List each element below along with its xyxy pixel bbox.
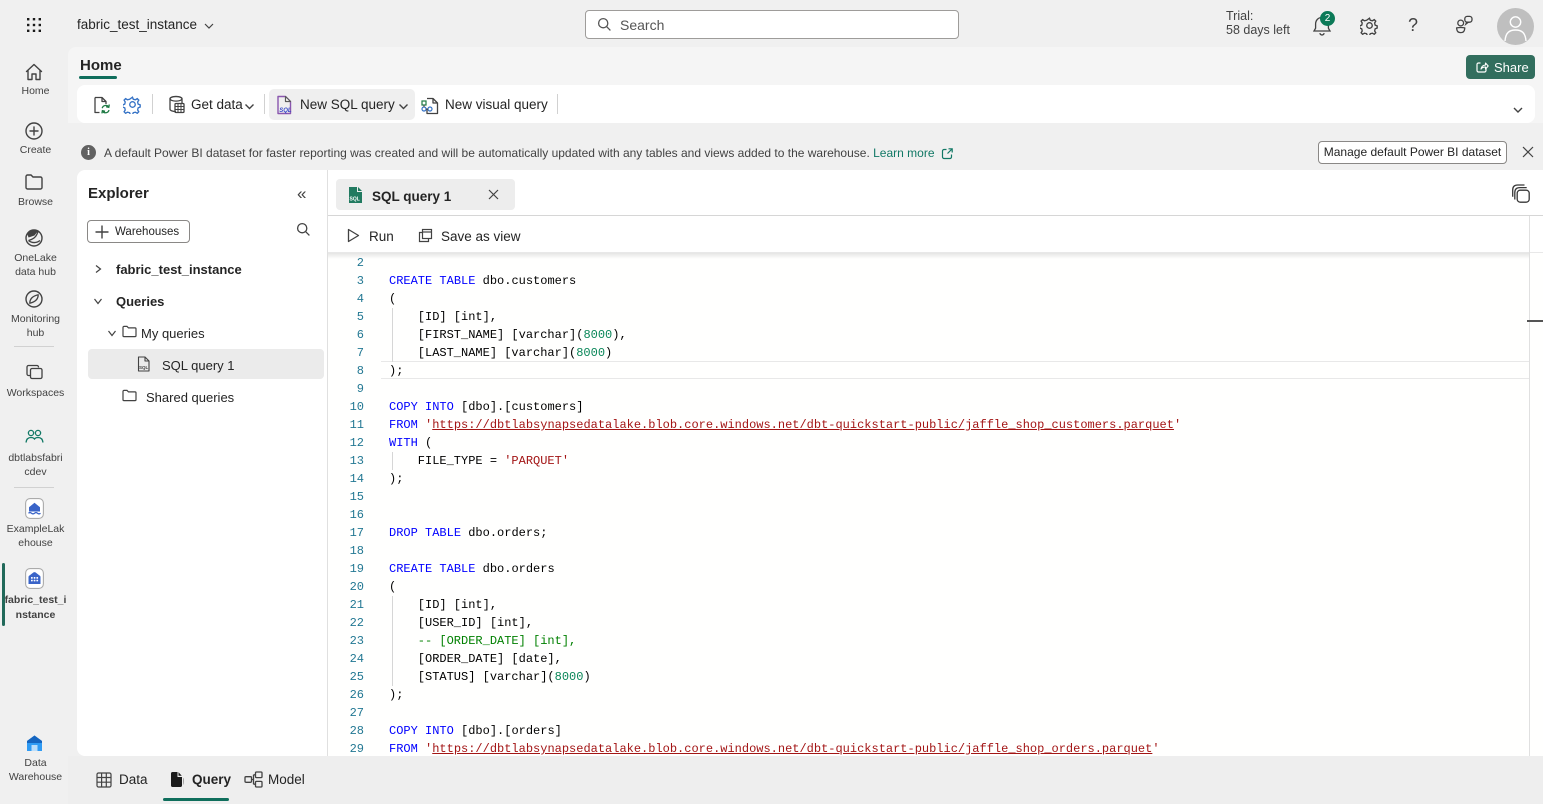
svg-text:SQL: SQL bbox=[350, 197, 360, 203]
svg-text:SQL: SQL bbox=[139, 365, 149, 370]
svg-text:SQL: SQL bbox=[279, 108, 292, 114]
